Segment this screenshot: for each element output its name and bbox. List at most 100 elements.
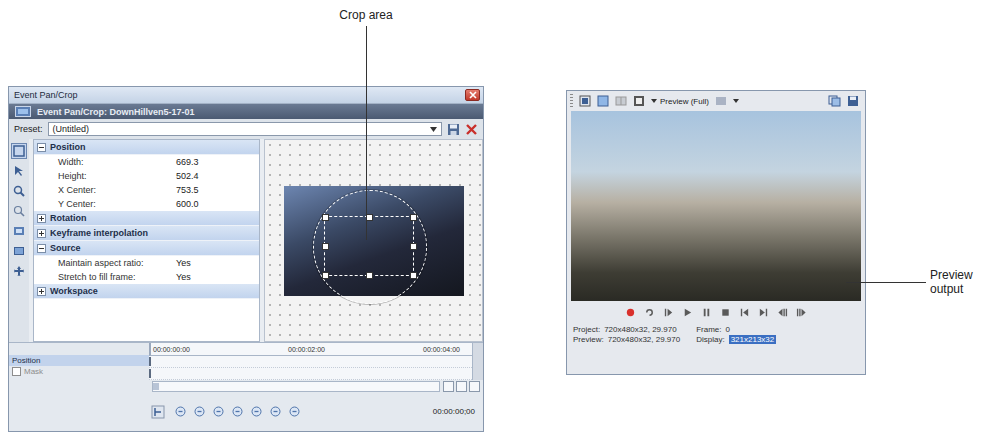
keyframe-marker[interactable]: [149, 357, 151, 366]
vertical-scrollbar[interactable]: [472, 343, 483, 380]
title-bar: Event Pan/Crop: [9, 87, 483, 104]
crop-handle[interactable]: [366, 272, 373, 279]
delete-key-icon[interactable]: [232, 406, 243, 417]
record-icon[interactable]: [625, 307, 636, 318]
save-preset-icon[interactable]: [447, 123, 460, 136]
expand-icon: [37, 214, 46, 223]
first-key-icon[interactable]: [175, 406, 186, 417]
property-value: 753.5: [176, 185, 199, 195]
track-label[interactable]: Mask: [9, 366, 149, 377]
status-label: Preview:: [573, 335, 604, 344]
section-header[interactable]: Rotation: [34, 211, 259, 226]
property-row[interactable]: Maintain aspect ratio:Yes: [34, 256, 259, 270]
callout-label: Preview output: [930, 268, 996, 296]
main-area: PositionWidth:669.3Height:502.4X Center:…: [9, 139, 483, 342]
crop-handle[interactable]: [410, 243, 417, 250]
close-icon: [469, 91, 477, 99]
next-icon[interactable]: [758, 307, 769, 318]
keyframe-marker[interactable]: [149, 369, 151, 378]
property-row[interactable]: Stretch to fill frame:Yes: [34, 270, 259, 284]
preview-quality: Preview (Full): [660, 97, 709, 106]
section-header[interactable]: Position: [34, 140, 259, 155]
loop-icon[interactable]: [644, 307, 655, 318]
fx-icon[interactable]: [597, 95, 609, 107]
tool-icon: [13, 185, 25, 197]
preview-toolbar: Preview (Full): [567, 91, 865, 111]
tool-button[interactable]: [11, 223, 27, 239]
stop-icon[interactable]: [720, 307, 731, 318]
preset-row: Preset:(Untitled): [9, 119, 483, 139]
crop-handle[interactable]: [322, 272, 329, 279]
status-label: Frame:: [696, 325, 721, 334]
overlay-icon[interactable]: [633, 95, 645, 107]
status-item: Project:720x480x32, 29.970: [573, 325, 680, 334]
sync-cursor-icon[interactable]: [151, 405, 165, 419]
copy-snapshot-icon[interactable]: [828, 95, 841, 107]
play-start-icon[interactable]: [663, 307, 674, 318]
section-header[interactable]: Keyframe interpolation: [34, 226, 259, 241]
keyframe-track[interactable]: [149, 356, 472, 368]
time-ruler: 00:00:00:0000:00:02:0000:00:04:00: [149, 343, 472, 356]
ruler-tick: 00:00:02:00: [288, 346, 325, 353]
next-key-icon[interactable]: [251, 406, 262, 417]
property-label: Stretch to fill frame:: [58, 272, 176, 282]
property-row[interactable]: Y Center:600.0: [34, 197, 259, 211]
sync-key-icon[interactable]: [289, 406, 300, 417]
play-icon[interactable]: [682, 307, 693, 318]
save-snapshot-icon[interactable]: [847, 95, 859, 107]
tool-icon: [13, 165, 25, 177]
preview-quality-dropdown[interactable]: Preview (Full): [651, 97, 709, 106]
window-grip[interactable]: [570, 94, 573, 108]
status-item: Frame:0: [696, 325, 776, 334]
close-button[interactable]: [465, 89, 480, 101]
tool-button[interactable]: [11, 163, 27, 179]
keyframe-timeline: PositionMask00:00:00:0000:00:02:0000:00:…: [9, 342, 483, 431]
mask-checkbox[interactable]: [12, 367, 21, 376]
property-row[interactable]: Width:669.3: [34, 155, 259, 169]
frame-fwd-icon[interactable]: [796, 307, 807, 318]
overlays-icon[interactable]: [715, 95, 727, 107]
property-row[interactable]: Height:502.4: [34, 169, 259, 183]
preset-dropdown[interactable]: (Untitled): [48, 122, 442, 136]
frame-back-icon[interactable]: [777, 307, 788, 318]
prev-icon[interactable]: [739, 307, 750, 318]
scroll-row: [9, 380, 483, 392]
crop-handle[interactable]: [322, 214, 329, 221]
properties-icon[interactable]: [579, 95, 591, 107]
status-item: Preview: 720x480x32, 29.970: [573, 335, 680, 344]
crop-rectangle[interactable]: [324, 216, 414, 276]
expand-icon: [37, 143, 46, 152]
status-value: 720x480x32, 29.970: [608, 335, 681, 344]
last-key-icon[interactable]: [270, 406, 281, 417]
zoom-button[interactable]: [469, 381, 480, 392]
section-header[interactable]: Workspace: [34, 284, 259, 299]
crop-handle[interactable]: [410, 214, 417, 221]
horizontal-scrollbar[interactable]: [152, 381, 440, 392]
tool-button[interactable]: [11, 243, 27, 259]
keyframe-track[interactable]: [149, 368, 472, 380]
tool-button[interactable]: [11, 143, 27, 159]
tool-button[interactable]: [11, 263, 27, 279]
track-label[interactable]: Position: [9, 355, 149, 366]
crop-handle[interactable]: [322, 243, 329, 250]
section-title: Keyframe interpolation: [50, 228, 148, 238]
zoom-button[interactable]: [456, 381, 467, 392]
zoom-button[interactable]: [443, 381, 454, 392]
dropdown-arrow-icon[interactable]: [733, 99, 739, 103]
dropdown-arrow-icon: [651, 99, 657, 103]
delete-preset-icon[interactable]: [465, 123, 478, 136]
split-screen-icon[interactable]: [615, 95, 627, 107]
status-label: Display:: [696, 335, 724, 344]
section-header[interactable]: Source: [34, 241, 259, 256]
expand-icon: [37, 244, 46, 253]
add-key-icon[interactable]: [213, 406, 224, 417]
prev-key-icon[interactable]: [194, 406, 205, 417]
tool-button[interactable]: [11, 183, 27, 199]
property-grid: PositionWidth:669.3Height:502.4X Center:…: [33, 139, 260, 342]
property-row[interactable]: X Center:753.5: [34, 183, 259, 197]
crop-handle[interactable]: [410, 272, 417, 279]
tool-button[interactable]: [11, 203, 27, 219]
pause-icon[interactable]: [701, 307, 712, 318]
callout-label: Crop area: [339, 8, 392, 22]
header-title: Event Pan/Crop: DownHillven5-17-01: [37, 107, 195, 117]
